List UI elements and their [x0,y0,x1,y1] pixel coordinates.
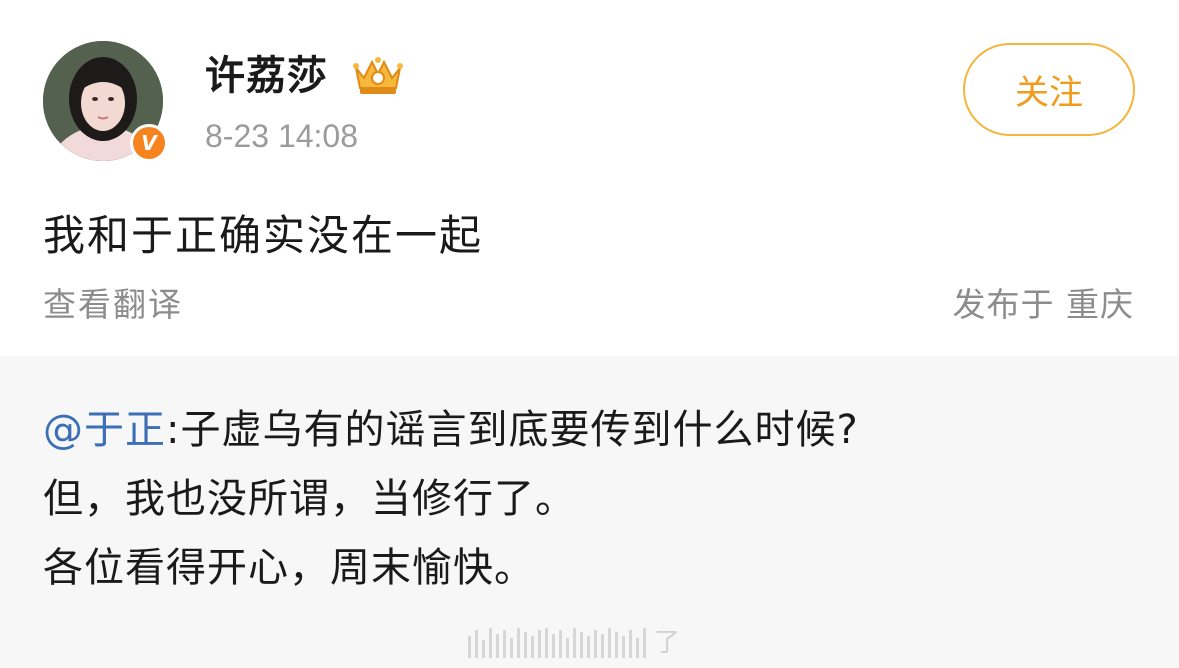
watermark-bar [580,632,583,658]
repost-text: @于正:子虚乌有的谣言到底要传到什么时候? 但，我也没所谓，当修行了。 各位看得… [43,396,1153,603]
author-name[interactable]: 许荔莎 [205,50,328,102]
repost-line-3: 各位看得开心，周末愉快。 [43,545,535,591]
watermark-bar [566,638,569,658]
watermark: 了 [468,624,718,658]
watermark-bar [517,628,520,658]
watermark-bar [643,628,646,658]
watermark-bar [531,636,534,658]
watermark-bar [538,630,541,658]
watermark-bar [510,638,513,658]
reposted-content[interactable]: @于正:子虚乌有的谣言到底要传到什么时候? 但，我也没所谓，当修行了。 各位看得… [0,356,1179,668]
post-header: V 许荔莎 8-23 14:08 关注 [0,0,1179,180]
watermark-bar [573,628,576,658]
watermark-bar [552,634,555,658]
watermark-bar [503,630,506,658]
post-body-text: 我和于正确实没在一起 [43,211,484,260]
watermark-bar [468,636,471,658]
post-timestamp: 8-23 14:08 [205,118,359,154]
watermark-glyph: 了 [654,628,681,658]
weibo-post: V 许荔莎 8-23 14:08 关注 我和于正确实没在一起 查看翻译 发布于 … [0,0,1179,668]
verified-badge-icon: V [130,124,168,162]
repost-line-1: @于正:子虚乌有的谣言到底要传到什么时候? [43,396,1153,465]
repost-line-1-text: :子虚乌有的谣言到底要传到什么时候? [166,407,859,453]
watermark-bar [636,638,639,658]
watermark-bar [482,640,485,658]
watermark-bar [608,628,611,658]
watermark-bar [559,630,562,658]
verified-letter: V [141,131,157,155]
crown-badge-icon [353,57,403,94]
watermark-bar [587,636,590,658]
watermark-bar [594,630,597,658]
translate-link[interactable]: 查看翻译 [43,283,183,327]
watermark-bar [475,630,478,658]
watermark-bar [629,630,632,658]
watermark-bar [615,632,618,658]
watermark-bar [524,632,527,658]
follow-button[interactable]: 关注 [963,43,1135,136]
repost-line-2: 但，我也没所谓，当修行了。 [43,476,576,522]
mention-link[interactable]: @于正 [43,407,166,453]
watermark-bar [601,634,604,658]
watermark-bar [545,628,548,658]
watermark-bar [489,628,492,658]
watermark-bar [496,634,499,658]
post-location: 发布于 重庆 [952,285,1134,324]
watermark-bar [622,636,625,658]
